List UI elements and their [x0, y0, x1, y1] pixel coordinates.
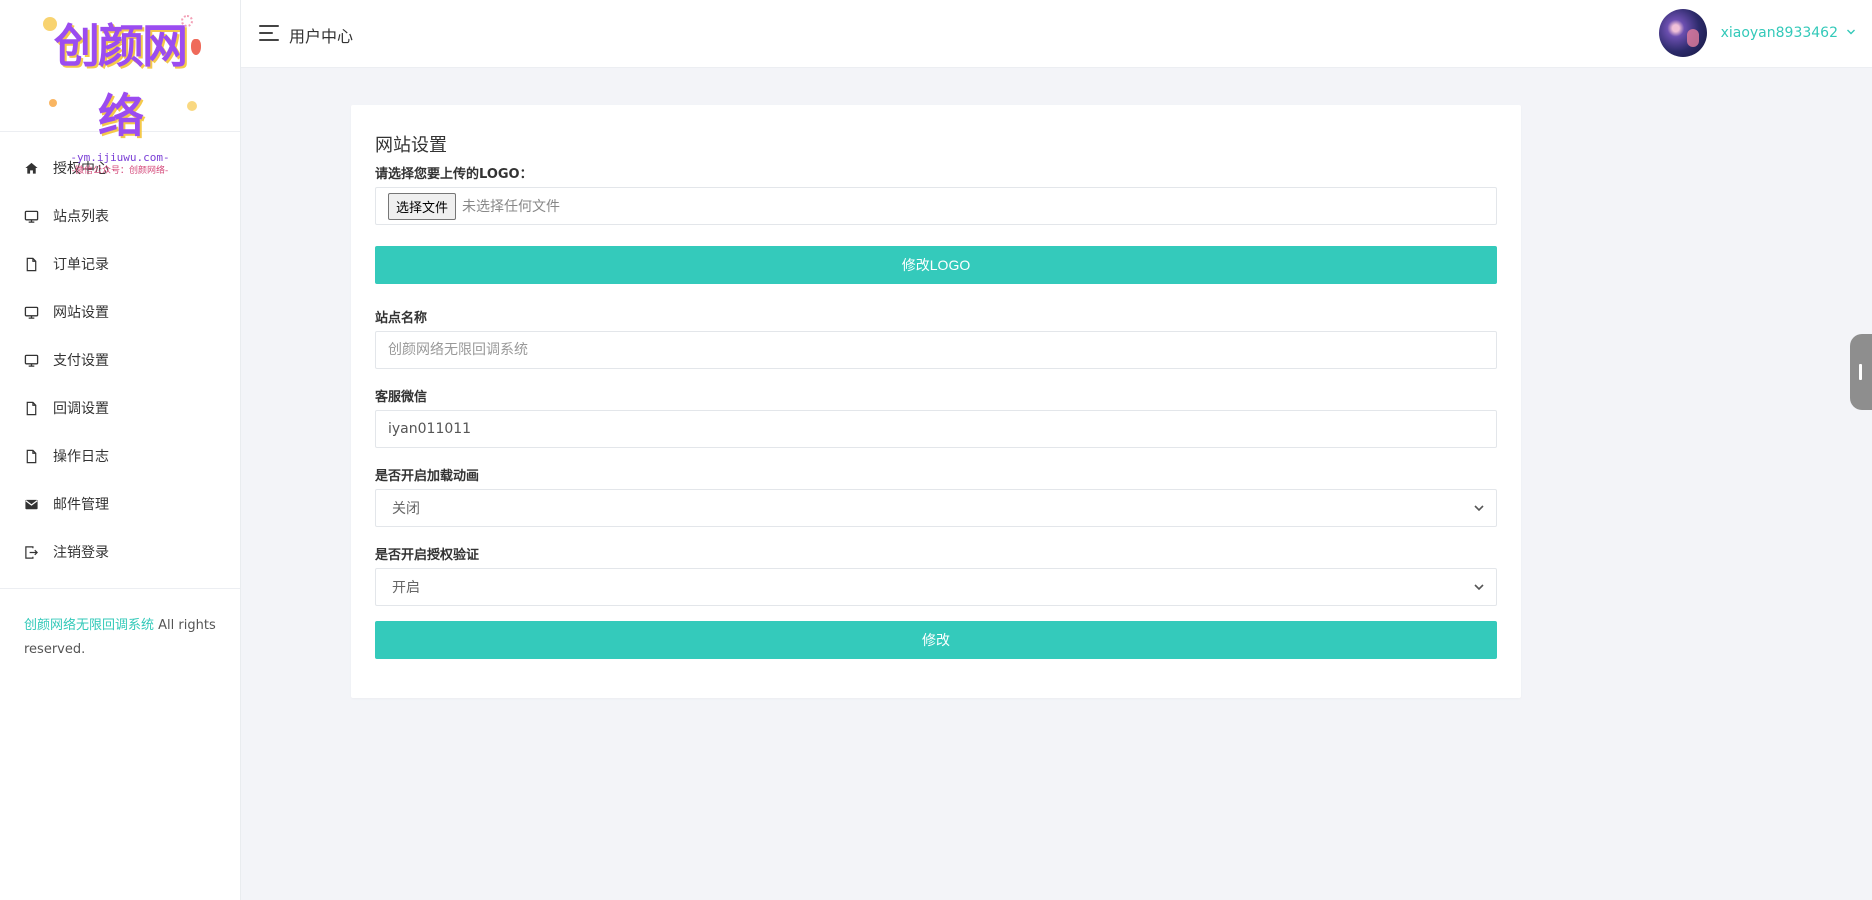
chevron-down-icon	[1846, 27, 1856, 40]
file-status-text: 未选择任何文件	[462, 199, 561, 215]
sidebar-item-site-settings[interactable]: 网站设置	[0, 288, 240, 336]
top-header: 用户中心 xiaoyan8933462	[241, 0, 1872, 68]
sidebar-item-label: 订单记录	[53, 257, 109, 273]
sidebar-item-orders[interactable]: 订单记录	[0, 240, 240, 288]
sidebar-item-label: 注销登录	[53, 545, 109, 561]
sidebar-item-mail[interactable]: 邮件管理	[0, 480, 240, 528]
sidebar: 创颜网络 -ym.ijiuwu.com- -微信公众号：创颜网络- 授权中心 站…	[0, 0, 241, 900]
loading-animation-value: 关闭	[392, 501, 420, 517]
wechat-label: 客服微信	[375, 390, 428, 405]
site-name-input[interactable]	[375, 331, 1497, 369]
logo-upload-label: 请选择您要上传的LOGO：	[375, 167, 533, 182]
card-title: 网站设置	[375, 135, 447, 156]
sidebar-item-label: 站点列表	[53, 209, 109, 225]
auth-verification-select[interactable]: 开启	[375, 568, 1497, 606]
monitor-icon	[23, 208, 39, 224]
submit-button[interactable]: 修改	[375, 621, 1497, 659]
footer-system-link[interactable]: 创颜网络无限回调系统	[24, 618, 154, 633]
side-drawer-handle[interactable]	[1850, 334, 1872, 410]
site-name-label: 站点名称	[375, 311, 428, 326]
sidebar-item-site-list[interactable]: 站点列表	[0, 192, 240, 240]
logo-area: 创颜网络 -ym.ijiuwu.com- -微信公众号：创颜网络-	[0, 0, 240, 176]
user-menu[interactable]: xiaoyan8933462	[1658, 9, 1856, 57]
logo-file-input[interactable]: 选择文件 未选择任何文件	[375, 187, 1497, 225]
file-icon	[23, 448, 39, 464]
sidebar-divider	[0, 588, 240, 589]
sidebar-footer: 创颜网络无限回调系统 All rights reserved.	[24, 614, 224, 662]
sidebar-item-logout[interactable]: 注销登录	[0, 528, 240, 576]
avatar[interactable]	[1658, 9, 1707, 57]
site-settings-card: 网站设置 请选择您要上传的LOGO： 选择文件 未选择任何文件 修改LOGO 站…	[351, 105, 1521, 698]
monitor-icon	[23, 352, 39, 368]
logo-subtitle: -微信公众号：创颜网络-	[71, 165, 169, 176]
auth-verification-value: 开启	[392, 580, 420, 596]
logo-text: 创颜网络	[54, 18, 188, 143]
choose-file-button[interactable]: 选择文件	[388, 192, 457, 220]
mail-icon	[23, 496, 39, 512]
page-title: 用户中心	[289, 27, 354, 46]
sidebar-item-label: 回调设置	[53, 401, 109, 417]
chevron-down-icon	[1472, 580, 1486, 594]
file-icon	[23, 400, 39, 416]
sidebar-item-label: 操作日志	[53, 449, 109, 465]
sidebar-item-payment-settings[interactable]: 支付设置	[0, 336, 240, 384]
loading-animation-label: 是否开启加载动画	[375, 469, 480, 484]
brand-logo[interactable]: 创颜网络 -ym.ijiuwu.com- -微信公众号：创颜网络-	[35, 11, 205, 176]
update-logo-button[interactable]: 修改LOGO	[375, 246, 1497, 284]
menu-toggle-icon[interactable]	[259, 25, 279, 41]
sidebar-item-label: 支付设置	[53, 353, 109, 369]
logo-url: -ym.ijiuwu.com-	[70, 150, 170, 164]
sidebar-item-operation-log[interactable]: 操作日志	[0, 432, 240, 480]
file-icon	[23, 256, 39, 272]
sidebar-nav: 授权中心 站点列表 订单记录 网站设置 支付设置 回调设置 操作日志 邮件管理 …	[0, 132, 240, 576]
loading-animation-select[interactable]: 关闭	[375, 489, 1497, 527]
logout-icon	[23, 544, 39, 560]
auth-verification-label: 是否开启授权验证	[375, 548, 480, 563]
wechat-input[interactable]	[375, 410, 1497, 448]
monitor-icon	[23, 304, 39, 320]
username[interactable]: xiaoyan8933462	[1721, 25, 1838, 41]
chevron-down-icon	[1472, 501, 1486, 515]
sidebar-item-callback-settings[interactable]: 回调设置	[0, 384, 240, 432]
sidebar-item-label: 邮件管理	[53, 497, 109, 513]
sidebar-item-label: 网站设置	[53, 305, 109, 321]
